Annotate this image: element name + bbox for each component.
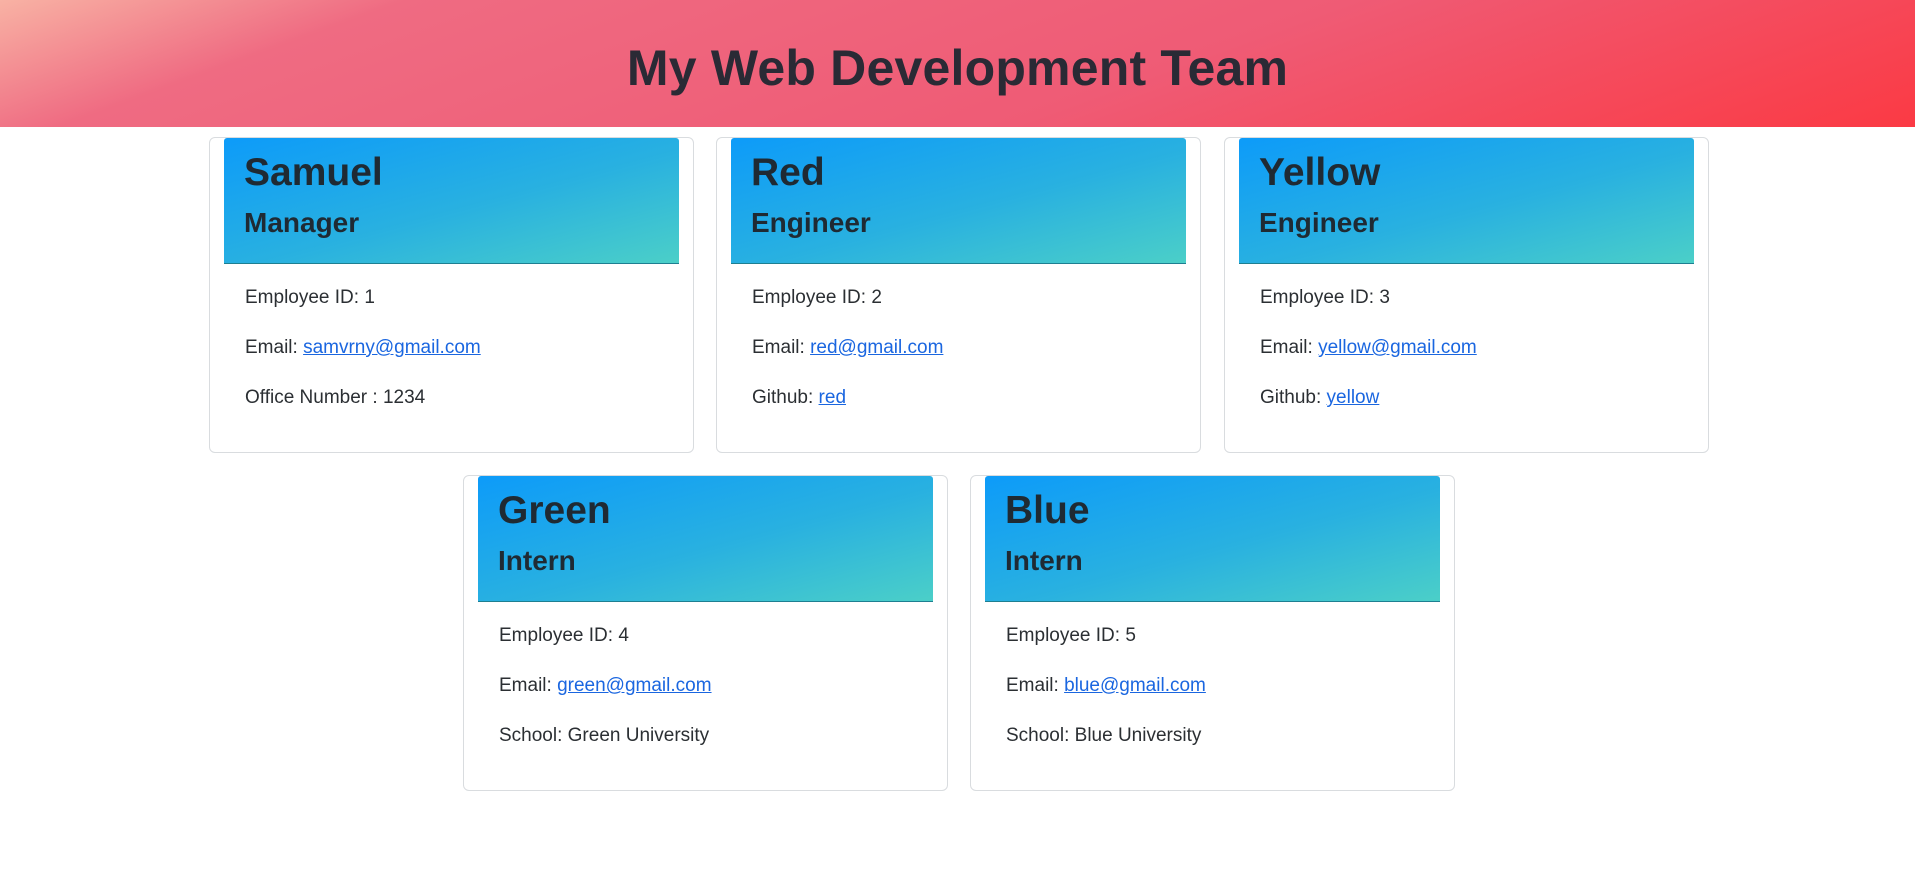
school-value: Blue University (1074, 725, 1202, 746)
email-link[interactable]: yellow@gmail.com (1318, 337, 1477, 358)
email-line: Email: red@gmail.com (752, 336, 943, 386)
employee-role: Intern (1005, 545, 1083, 576)
github-label: Github: (752, 387, 819, 408)
card-body: Employee ID: 5 Email: blue@gmail.com Sch… (1006, 624, 1206, 774)
school-label: School: (499, 725, 568, 746)
employee-id-label: Employee ID: (245, 287, 365, 308)
github-line: Github: yellow (1260, 386, 1477, 436)
email-link[interactable]: samvrny@gmail.com (303, 337, 481, 358)
email-label: Email: (499, 675, 558, 696)
email-link[interactable]: blue@gmail.com (1064, 675, 1206, 696)
school-line: School: Green University (499, 724, 712, 774)
card-header: Yellow Engineer (1239, 138, 1694, 264)
email-line: Email: samvrny@gmail.com (245, 336, 481, 386)
employee-name: Samuel (244, 151, 383, 194)
employee-id-line: Employee ID: 4 (499, 624, 712, 674)
school-value: Green University (567, 725, 710, 746)
employee-card-green: Green Intern Employee ID: 4 Email: green… (463, 475, 948, 791)
email-label: Email: (752, 337, 811, 358)
employee-role: Engineer (1259, 207, 1379, 238)
employee-name: Blue (1005, 489, 1090, 532)
card-header: Green Intern (478, 476, 933, 602)
employee-id-label: Employee ID: (1260, 287, 1380, 308)
employee-name: Red (751, 151, 825, 194)
employee-id-line: Employee ID: 2 (752, 286, 943, 336)
github-link[interactable]: yellow (1327, 387, 1380, 408)
email-line: Email: green@gmail.com (499, 674, 712, 724)
office-number-line: Office Number : 1234 (245, 386, 481, 436)
employee-id-value: 5 (1125, 625, 1136, 646)
employee-name: Green (498, 489, 611, 532)
employee-role: Intern (498, 545, 576, 576)
employee-id-label: Employee ID: (1006, 625, 1126, 646)
email-label: Email: (1006, 675, 1065, 696)
email-link[interactable]: green@gmail.com (557, 675, 711, 696)
school-line: School: Blue University (1006, 724, 1206, 774)
employee-id-label: Employee ID: (752, 287, 872, 308)
office-number-label: Office Number : (245, 387, 383, 408)
employee-id-value: 4 (618, 625, 629, 646)
employee-name: Yellow (1259, 151, 1381, 194)
card-body: Employee ID: 1 Email: samvrny@gmail.com … (245, 286, 481, 436)
office-number-value: 1234 (382, 387, 426, 408)
employee-id-label: Employee ID: (499, 625, 619, 646)
page-title: My Web Development Team (626, 39, 1289, 96)
email-label: Email: (1260, 337, 1319, 358)
page-header: My Web Development Team (0, 0, 1915, 127)
employee-card-red: Red Engineer Employee ID: 2 Email: red@g… (716, 137, 1201, 453)
card-body: Employee ID: 2 Email: red@gmail.com Gith… (752, 286, 943, 436)
employee-id-value: 3 (1379, 287, 1390, 308)
card-body: Employee ID: 4 Email: green@gmail.com Sc… (499, 624, 712, 774)
employee-role: Manager (244, 207, 360, 238)
employee-card-samuel: Samuel Manager Employee ID: 1 Email: sam… (209, 137, 694, 453)
email-line: Email: yellow@gmail.com (1260, 336, 1477, 386)
email-line: Email: blue@gmail.com (1006, 674, 1206, 724)
employee-id-value: 2 (871, 287, 882, 308)
employee-id-line: Employee ID: 3 (1260, 286, 1477, 336)
employee-id-value: 1 (364, 287, 375, 308)
card-header: Samuel Manager (224, 138, 679, 264)
card-header: Red Engineer (731, 138, 1186, 264)
card-body: Employee ID: 3 Email: yellow@gmail.com G… (1260, 286, 1477, 436)
employee-role: Engineer (751, 207, 871, 238)
employee-id-line: Employee ID: 1 (245, 286, 481, 336)
card-header: Blue Intern (985, 476, 1440, 602)
employee-id-line: Employee ID: 5 (1006, 624, 1206, 674)
school-label: School: (1006, 725, 1075, 746)
employee-card-yellow: Yellow Engineer Employee ID: 3 Email: ye… (1224, 137, 1709, 453)
github-line: Github: red (752, 386, 943, 436)
email-label: Email: (245, 337, 304, 358)
github-link[interactable]: red (819, 387, 846, 408)
github-label: Github: (1260, 387, 1327, 408)
email-link[interactable]: red@gmail.com (810, 337, 943, 358)
employee-card-blue: Blue Intern Employee ID: 5 Email: blue@g… (970, 475, 1455, 791)
